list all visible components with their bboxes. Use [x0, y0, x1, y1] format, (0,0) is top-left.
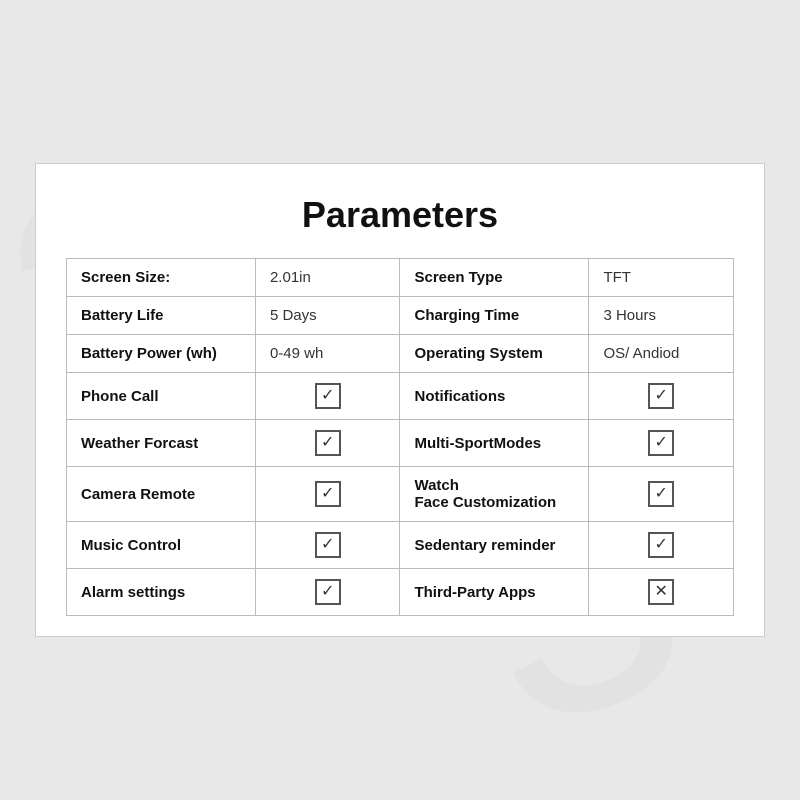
table-row: Battery Life5 DaysCharging Time3 Hours: [67, 297, 734, 335]
right-label-6: Sedentary reminder: [400, 522, 589, 569]
right-label-4: Multi-SportModes: [400, 420, 589, 467]
left-label-2: Battery Power (wh): [67, 335, 256, 373]
right-label-0: Screen Type: [400, 259, 589, 297]
right-label-2: Operating System: [400, 335, 589, 373]
right-value-1: 3 Hours: [589, 297, 734, 335]
left-value-4: [255, 420, 400, 467]
left-value-7: [255, 569, 400, 616]
right-label-1: Charging Time: [400, 297, 589, 335]
right-checkbox-4: [648, 430, 674, 456]
left-checkbox-5: [315, 481, 341, 507]
table-row: Weather Forcast Multi-SportModes: [67, 420, 734, 467]
left-label-4: Weather Forcast: [67, 420, 256, 467]
right-label-3: Notifications: [400, 373, 589, 420]
table-row: Phone Call Notifications: [67, 373, 734, 420]
right-value-3: [589, 373, 734, 420]
left-checkbox-3: [315, 383, 341, 409]
left-value-3: [255, 373, 400, 420]
left-checkbox-7: [315, 579, 341, 605]
left-checkbox-4: [315, 430, 341, 456]
table-row: Alarm settings Third-Party Apps: [67, 569, 734, 616]
right-value-0: TFT: [589, 259, 734, 297]
table-row: Music Control Sedentary reminder: [67, 522, 734, 569]
left-value-5: [255, 467, 400, 522]
right-label-7: Third-Party Apps: [400, 569, 589, 616]
left-value-2: 0-49 wh: [255, 335, 400, 373]
right-checkbox-6: [648, 532, 674, 558]
right-checkbox-3: [648, 383, 674, 409]
left-value-0: 2.01in: [255, 259, 400, 297]
right-checkbox-5: [648, 481, 674, 507]
parameters-card: Parameters Screen Size:2.01inScreen Type…: [35, 163, 765, 637]
table-row: Camera Remote WatchFace Customization: [67, 467, 734, 522]
table-row: Battery Power (wh)0-49 whOperating Syste…: [67, 335, 734, 373]
left-label-5: Camera Remote: [67, 467, 256, 522]
left-value-1: 5 Days: [255, 297, 400, 335]
right-value-6: [589, 522, 734, 569]
left-label-6: Music Control: [67, 522, 256, 569]
left-label-7: Alarm settings: [67, 569, 256, 616]
table-row: Screen Size:2.01inScreen TypeTFT: [67, 259, 734, 297]
left-label-3: Phone Call: [67, 373, 256, 420]
left-label-0: Screen Size:: [67, 259, 256, 297]
right-value-2: OS/ Andiod: [589, 335, 734, 373]
right-label-5: WatchFace Customization: [400, 467, 589, 522]
left-checkbox-6: [315, 532, 341, 558]
left-label-1: Battery Life: [67, 297, 256, 335]
right-checkbox-7: [648, 579, 674, 605]
right-value-5: [589, 467, 734, 522]
page-title: Parameters: [66, 194, 734, 236]
right-value-4: [589, 420, 734, 467]
left-value-6: [255, 522, 400, 569]
parameters-table: Screen Size:2.01inScreen TypeTFTBattery …: [66, 258, 734, 616]
right-value-7: [589, 569, 734, 616]
